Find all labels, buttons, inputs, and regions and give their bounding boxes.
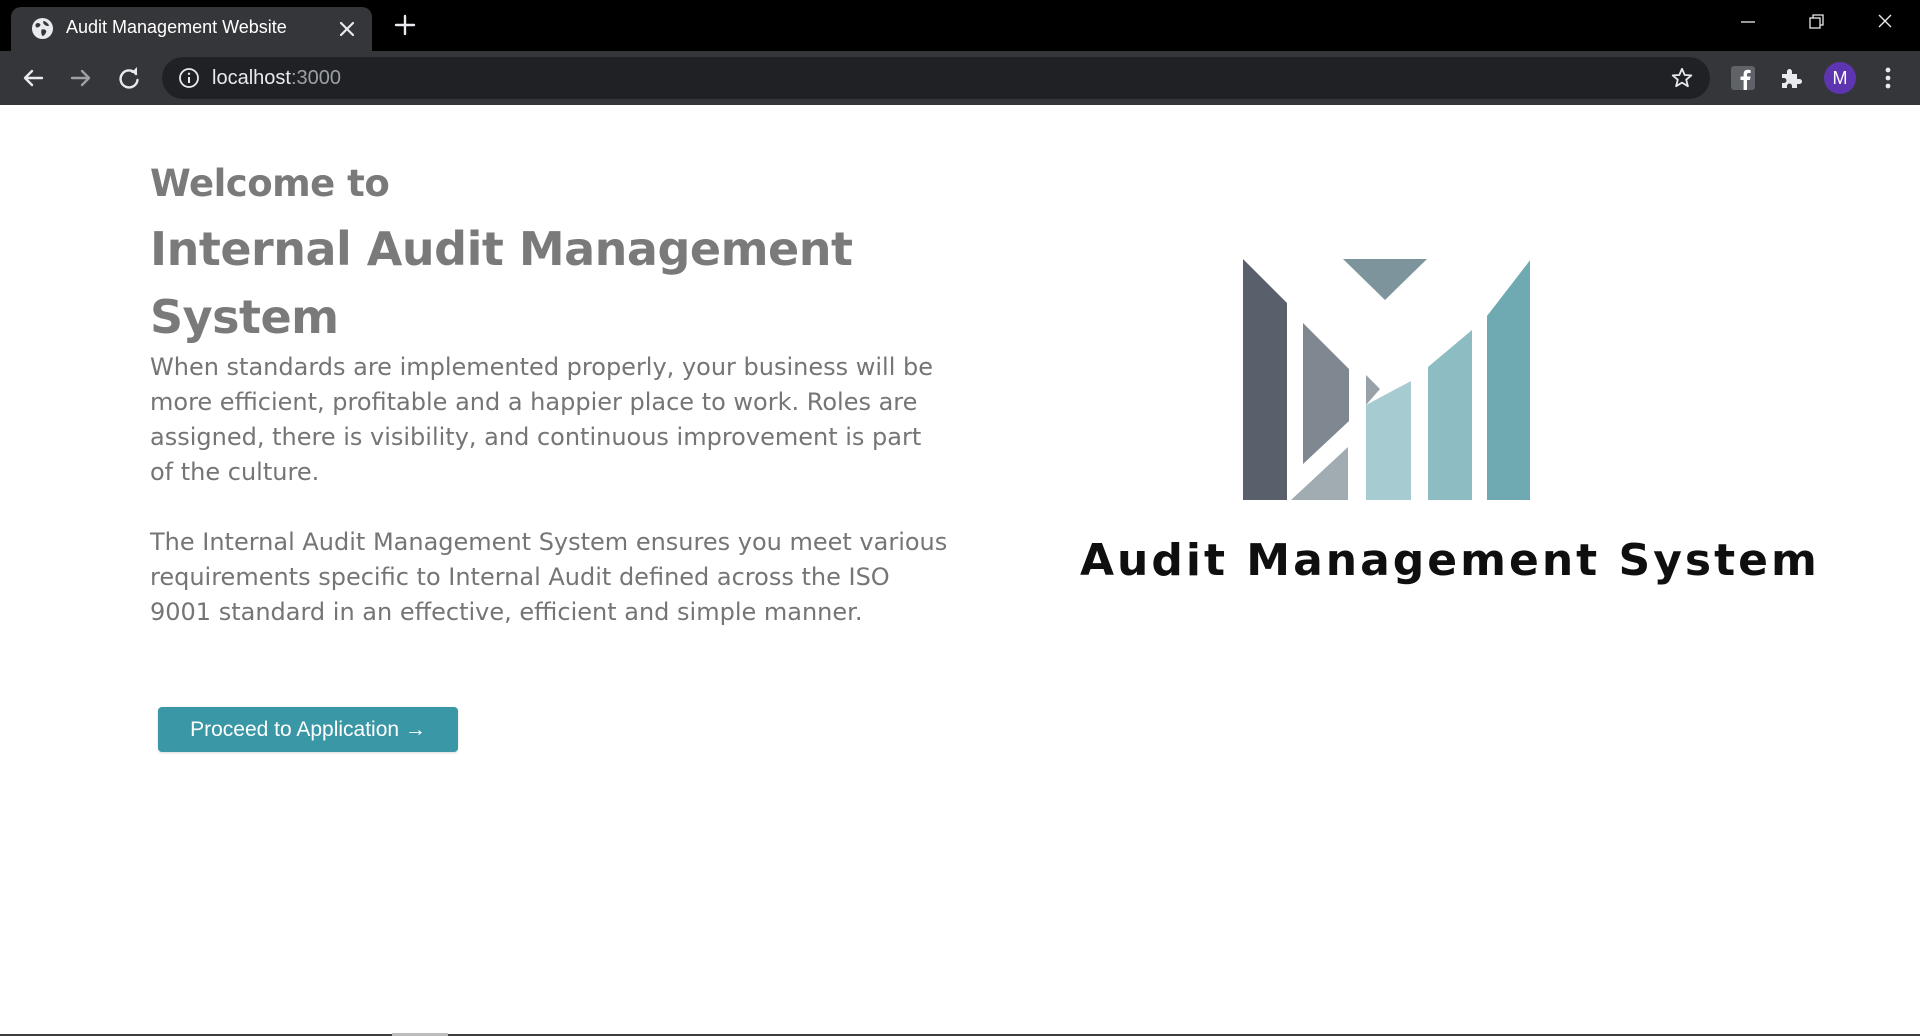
welcome-heading: Welcome to <box>150 162 390 205</box>
browser-tab-strip: Audit Management Website <box>0 0 1920 51</box>
intro-paragraph: When standards are implemented properly,… <box>150 353 934 486</box>
tab-title: Audit Management Website <box>66 17 287 37</box>
address-bar[interactable]: localhost:3000 <box>162 57 1710 99</box>
restore-icon[interactable] <box>1802 10 1830 34</box>
audit-logo-icon <box>1243 259 1530 500</box>
kebab-menu-icon[interactable] <box>1876 65 1900 91</box>
info-icon[interactable] <box>178 67 200 89</box>
close-icon[interactable] <box>337 19 357 39</box>
facebook-icon[interactable] <box>1730 65 1756 91</box>
browser-tab[interactable]: Audit Management Website <box>11 7 372 51</box>
arrow-right-icon[interactable] <box>66 63 96 93</box>
avatar[interactable]: M <box>1824 62 1856 94</box>
reload-icon[interactable] <box>114 63 144 93</box>
proceed-to-application-button[interactable]: Proceed to Application → <box>158 707 458 752</box>
arrow-left-icon[interactable] <box>18 63 48 93</box>
url-port: :3000 <box>290 67 341 89</box>
window-close-icon[interactable] <box>1871 10 1899 34</box>
plus-icon[interactable] <box>393 13 417 37</box>
browser-toolbar: localhost:3000 M <box>0 51 1920 105</box>
puzzle-icon[interactable] <box>1778 65 1804 91</box>
url-host: localhost <box>212 67 291 89</box>
url-text: localhost:3000 <box>212 67 341 90</box>
page-content: Welcome to Internal Audit Management Sys… <box>0 105 1920 1034</box>
description-paragraph: The Internal Audit Management System ens… <box>150 528 948 626</box>
minimize-icon[interactable] <box>1734 10 1762 34</box>
page-title: Internal Audit Management System <box>150 222 853 344</box>
logo-text: Audit Management System <box>1080 535 1820 586</box>
globe-icon <box>31 17 54 40</box>
star-icon[interactable] <box>1670 66 1694 90</box>
